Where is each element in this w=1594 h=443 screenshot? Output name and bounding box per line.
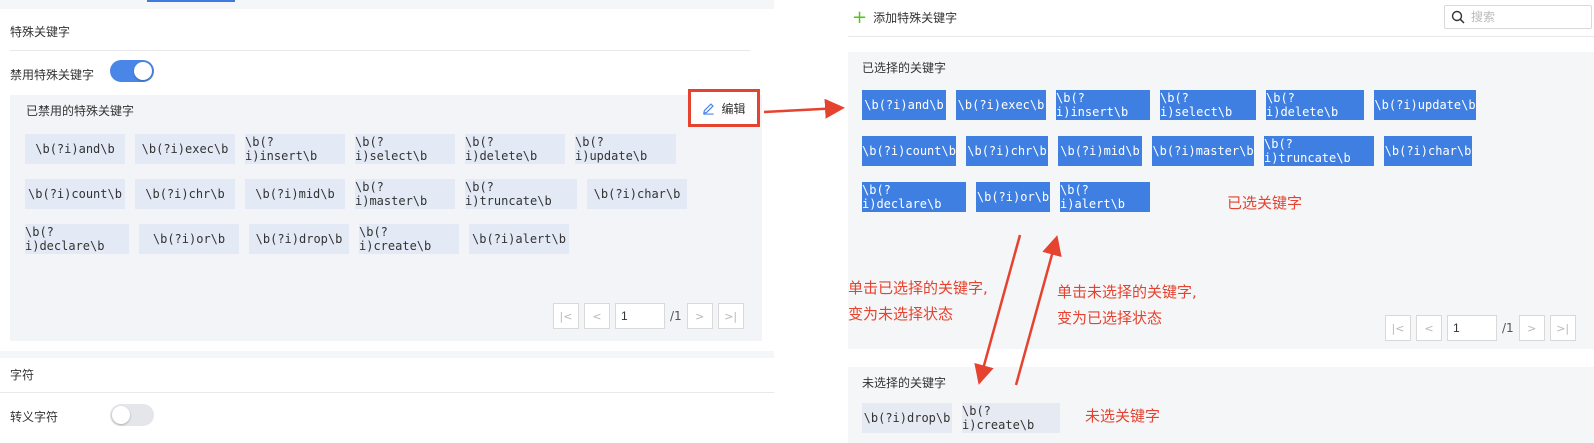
click-unselected-line1: 单击未选择的关键字, (1057, 283, 1197, 301)
annotation-arrows (763, 98, 1062, 386)
click-selected-line1: 单击已选择的关键字, (848, 279, 988, 297)
click-unselected-note: 单击未选择的关键字, 变为已选择状态 (1057, 279, 1197, 331)
unselected-note: 未选关键字 (1085, 407, 1161, 425)
selected-note: 已选关键字 (1227, 194, 1303, 212)
click-unselected-line2: 变为已选择状态 (1057, 309, 1163, 327)
click-selected-note: 单击已选择的关键字, 变为未选择状态 (848, 275, 988, 327)
click-selected-line2: 变为未选择状态 (848, 305, 954, 323)
arrow-edit-to-editor (763, 98, 845, 119)
arrow-unselected-to-selected (1014, 235, 1062, 386)
